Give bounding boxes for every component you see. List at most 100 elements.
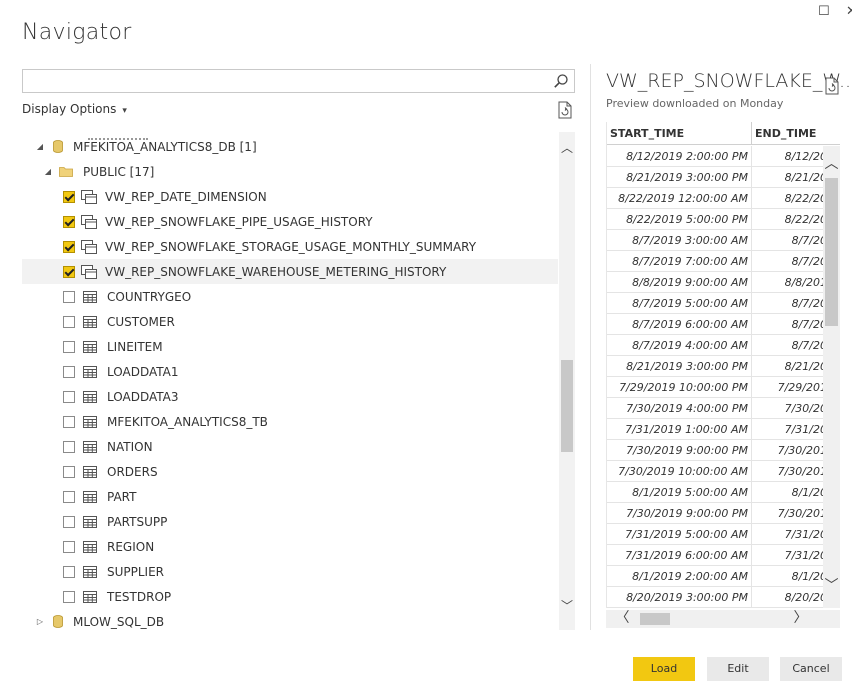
search-icon[interactable]: [553, 73, 569, 89]
tree-item[interactable]: REGION: [22, 534, 558, 559]
tree-item[interactable]: PARTSUPP: [22, 509, 558, 534]
scroll-right-icon[interactable]: 〉: [792, 610, 809, 627]
item-checkbox[interactable]: [63, 265, 75, 278]
column-header[interactable]: END_TIME: [752, 122, 840, 145]
tree-item[interactable]: ORDERS: [22, 459, 558, 484]
scroll-thumb[interactable]: [561, 360, 573, 452]
table-cell: 7/30/2019 9:00:00 PM: [607, 440, 752, 461]
scroll-up-icon[interactable]: ︿: [559, 140, 575, 156]
item-checkbox[interactable]: [63, 490, 75, 503]
tree-item[interactable]: COUNTRYGEO: [22, 284, 558, 309]
scroll-thumb[interactable]: [825, 178, 838, 326]
item-checkbox[interactable]: [63, 465, 75, 478]
tree-schema-node[interactable]: ◢ PUBLIC [17]: [22, 159, 558, 184]
table-cell: 8/7/2019 6:00:00 AM: [607, 314, 752, 335]
item-checkbox[interactable]: [63, 540, 75, 553]
tree-item[interactable]: LINEITEM: [22, 334, 558, 359]
table-row: 7/30/2019 4:00:00 PM 7/30/20: [607, 398, 840, 419]
table-cell: 8/1/2019 2:00:00 AM: [607, 566, 752, 587]
expand-arrow-icon[interactable]: ◢: [43, 167, 53, 176]
load-button[interactable]: Load: [633, 657, 695, 681]
tree-item[interactable]: VW_REP_DATE_DIMENSION: [22, 184, 558, 209]
view-icon: [81, 239, 97, 254]
table-row: 8/7/2019 6:00:00 AM 8/7/20: [607, 314, 840, 335]
scroll-down-icon[interactable]: ﹀: [823, 578, 840, 595]
table-icon: [83, 340, 97, 353]
preview-refresh-icon[interactable]: [824, 77, 840, 95]
expand-arrow-icon[interactable]: ▷: [35, 617, 45, 626]
tree-item[interactable]: MFEKITOA_ANALYTICS8_TB: [22, 409, 558, 434]
table-cell: 7/31/2019 1:00:00 AM: [607, 419, 752, 440]
edit-button[interactable]: Edit: [707, 657, 769, 681]
view-icon: [81, 214, 97, 229]
maximize-button[interactable]: ☐: [818, 4, 830, 19]
item-checkbox[interactable]: [63, 515, 75, 528]
tree-item[interactable]: VW_REP_SNOWFLAKE_PIPE_USAGE_HISTORY: [22, 209, 558, 234]
tree-database-node[interactable]: ◢ MFEKITOA_ANALYTICS8_DB [1]: [22, 134, 558, 159]
tree-item[interactable]: TESTDROP: [22, 584, 558, 609]
tree-item[interactable]: LOADDATA1: [22, 359, 558, 384]
item-checkbox[interactable]: [63, 440, 75, 453]
tree-database-node-mlow[interactable]: ▷ MLOW_SQL_DB: [22, 609, 558, 630]
tree-item-label: VW_REP_DATE_DIMENSION: [105, 189, 267, 204]
tree-item-label: VW_REP_SNOWFLAKE_PIPE_USAGE_HISTORY: [105, 214, 373, 229]
tree-item-label: LINEITEM: [107, 339, 163, 354]
tree-item-label: REGION: [107, 539, 155, 554]
table-icon: [83, 365, 97, 378]
table-cell: 7/29/2019 10:00:00 PM: [607, 377, 752, 398]
scroll-up-icon[interactable]: ︿: [823, 156, 840, 173]
expand-arrow-icon[interactable]: ◢: [35, 142, 45, 151]
item-checkbox[interactable]: [63, 315, 75, 328]
search-input[interactable]: [22, 69, 575, 93]
tree-item[interactable]: VW_REP_SNOWFLAKE_WAREHOUSE_METERING_HIST…: [22, 259, 558, 284]
column-header[interactable]: START_TIME: [607, 122, 752, 145]
close-button[interactable]: ✕: [846, 4, 852, 19]
table-row: 7/30/2019 9:00:00 PM 7/30/201: [607, 440, 840, 461]
tree-item[interactable]: NATION: [22, 434, 558, 459]
item-checkbox[interactable]: [63, 240, 75, 253]
cancel-button[interactable]: Cancel: [780, 657, 842, 681]
tree-item[interactable]: LOADDATA3: [22, 384, 558, 409]
item-checkbox[interactable]: [63, 215, 75, 228]
table-icon: [83, 390, 97, 403]
database-label: MFEKITOA_ANALYTICS8_DB [1]: [73, 139, 257, 154]
table-icon: [83, 440, 97, 453]
table-cell: 7/30/2019 10:00:00 AM: [607, 461, 752, 482]
tree-item[interactable]: PART: [22, 484, 558, 509]
scroll-thumb[interactable]: [640, 613, 670, 625]
tree-scrollbar[interactable]: ︿ ﹀: [559, 132, 575, 630]
tree-item[interactable]: SUPPLIER: [22, 559, 558, 584]
scroll-left-icon[interactable]: 〈: [614, 610, 631, 627]
table-cell: 7/30/2019 9:00:00 PM: [607, 503, 752, 524]
table-row: 7/30/2019 9:00:00 PM 7/30/201: [607, 503, 840, 524]
table-cell: 8/21/2019 3:00:00 PM: [607, 356, 752, 377]
item-checkbox[interactable]: [63, 290, 75, 303]
refresh-icon[interactable]: [557, 101, 573, 119]
display-options-dropdown[interactable]: Display Options ▾: [22, 102, 127, 116]
table-icon: [83, 490, 97, 503]
item-checkbox[interactable]: [63, 565, 75, 578]
tree-item-label: COUNTRYGEO: [107, 289, 192, 304]
preview-vertical-scrollbar[interactable]: ︿ ﹀: [823, 146, 840, 608]
tree-item-label: LOADDATA3: [107, 389, 179, 404]
item-checkbox[interactable]: [63, 190, 75, 203]
table-row: 8/21/2019 3:00:00 PM 8/21/20: [607, 167, 840, 188]
item-checkbox[interactable]: [63, 340, 75, 353]
item-checkbox[interactable]: [63, 415, 75, 428]
table-row: 8/12/2019 2:00:00 PM 8/12/20: [607, 146, 840, 167]
preview-title: VW_REP_SNOWFLAKE_W...: [606, 70, 852, 92]
table-icon: [83, 415, 97, 428]
table-row: 8/8/2019 9:00:00 AM 8/8/201: [607, 272, 840, 293]
scroll-down-icon[interactable]: ﹀: [559, 598, 575, 614]
tree-item[interactable]: VW_REP_SNOWFLAKE_STORAGE_USAGE_MONTHLY_S…: [22, 234, 558, 259]
preview-horizontal-scrollbar[interactable]: 〈 〉: [606, 610, 840, 628]
item-checkbox[interactable]: [63, 365, 75, 378]
item-checkbox[interactable]: [63, 590, 75, 603]
table-row: 7/31/2019 5:00:00 AM 7/31/20: [607, 524, 840, 545]
view-icon: [81, 189, 97, 204]
table-row: 8/1/2019 2:00:00 AM 8/1/20: [607, 566, 840, 587]
navigator-tree: ◢ MFEKITOA_ANALYTICS8_DB [1] ◢ PUBLIC [1…: [22, 132, 558, 630]
tree-item[interactable]: CUSTOMER: [22, 309, 558, 334]
table-row: 8/22/2019 5:00:00 PM 8/22/20: [607, 209, 840, 230]
item-checkbox[interactable]: [63, 390, 75, 403]
